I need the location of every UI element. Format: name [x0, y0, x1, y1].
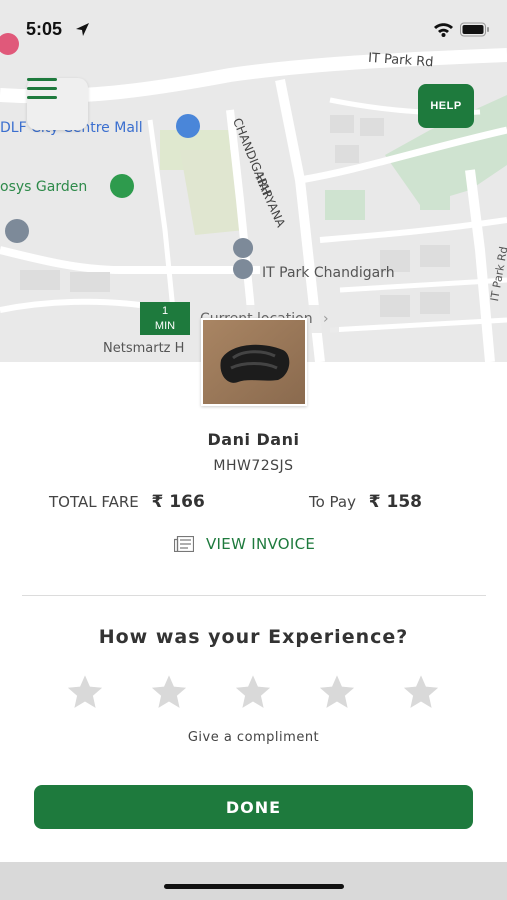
view-invoice-label: VIEW INVOICE: [206, 535, 316, 553]
location-arrow-icon: [76, 23, 89, 36]
chevron-right-icon: ›: [323, 311, 329, 327]
vehicle-number: MHW72SJS: [213, 458, 294, 474]
eta-unit: MIN: [154, 320, 176, 332]
star-icon-1[interactable]: [66, 673, 104, 711]
to-pay-amount: ₹ 158: [368, 492, 423, 512]
star-rating[interactable]: [0, 673, 507, 713]
to-pay-label: To Pay: [309, 493, 356, 511]
eta-badge: 1 MIN: [140, 302, 190, 335]
driver-avatar: [201, 318, 307, 406]
hamburger-icon: [27, 78, 57, 99]
view-invoice-button[interactable]: VIEW INVOICE: [174, 535, 315, 553]
status-time: 5:05: [26, 19, 63, 39]
status-bar: 5:05: [0, 0, 507, 58]
give-compliment-link[interactable]: Give a compliment: [0, 730, 507, 745]
to-pay: To Pay ₹ 158: [309, 492, 422, 512]
star-icon-4[interactable]: [318, 673, 356, 711]
star-icon-5[interactable]: [402, 673, 440, 711]
total-fare-label: TOTAL FARE: [49, 493, 139, 511]
total-fare-amount: ₹ 166: [151, 492, 205, 512]
menu-button[interactable]: [27, 78, 88, 130]
done-button[interactable]: DONE: [34, 785, 473, 829]
driver-name: Dani Dani: [207, 430, 300, 449]
driver-photo: [203, 320, 305, 404]
invoice-icon: [174, 536, 194, 552]
eta-value: 1: [161, 305, 169, 317]
wifi-icon: [434, 23, 453, 37]
map-label-it-park-chandigarh: IT Park Chandigarh: [262, 265, 395, 281]
map-label-infosys-garden: osys Garden: [0, 179, 88, 195]
help-button[interactable]: HELP: [418, 84, 474, 128]
rating-title: How was your Experience?: [98, 626, 409, 648]
total-fare: TOTAL FARE ₹ 166: [49, 492, 205, 512]
star-icon-3[interactable]: [234, 673, 272, 711]
map-view[interactable]: IT Park Rd DLF City Centre Mall osys Gar…: [0, 0, 507, 362]
star-icon-2[interactable]: [150, 673, 188, 711]
battery-icon: [460, 22, 489, 37]
map-label-netsmartz: Netsmartz H: [103, 341, 185, 356]
home-indicator[interactable]: [164, 884, 344, 889]
divider: [22, 595, 486, 596]
home-indicator-area: [0, 862, 507, 900]
